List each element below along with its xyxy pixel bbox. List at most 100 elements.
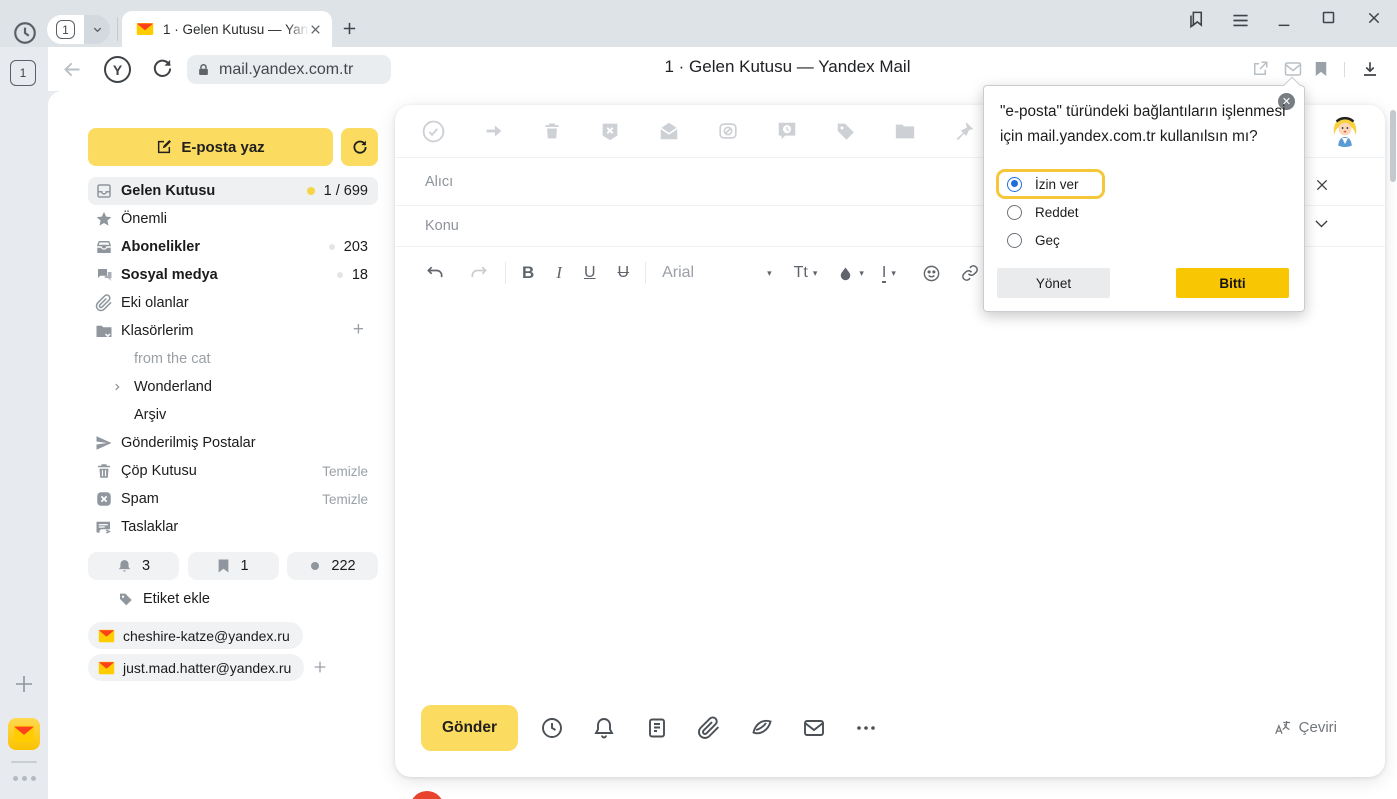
bold-button[interactable]: B: [522, 263, 534, 283]
add-folder-icon[interactable]: +: [353, 320, 364, 339]
add-account-icon[interactable]: [312, 659, 328, 675]
attach-file-icon[interactable]: [697, 716, 721, 740]
history-icon[interactable]: [12, 20, 38, 46]
close-compose-icon[interactable]: [1314, 177, 1330, 193]
folder-trash[interactable]: Çöp Kutusu Temizle: [88, 457, 378, 485]
expand-chevron-icon[interactable]: [112, 382, 122, 392]
share-icon[interactable]: [1251, 60, 1269, 78]
strip-more-icon[interactable]: [13, 776, 36, 781]
translate-button[interactable]: Çeviri: [1273, 718, 1337, 736]
radio-icon[interactable]: [1007, 205, 1022, 220]
new-tab-button[interactable]: [341, 20, 358, 37]
add-label-button[interactable]: Etiket ekle: [118, 591, 210, 607]
reminders-pill[interactable]: 3: [88, 552, 179, 580]
manage-button[interactable]: Yönet: [997, 268, 1110, 298]
compose-email-button[interactable]: E-posta yaz: [88, 128, 333, 166]
forward-icon[interactable]: [483, 120, 505, 142]
send-button[interactable]: Gönder: [421, 705, 518, 751]
tab-group-chevron-icon[interactable]: [84, 15, 110, 44]
maximize-button[interactable]: [1321, 10, 1336, 25]
download-icon[interactable]: [1361, 60, 1379, 78]
counter-pills: 3 1 222: [88, 552, 378, 580]
message-body[interactable]: [395, 299, 1385, 633]
attach-from-disk-icon[interactable]: [750, 716, 774, 740]
option-skip[interactable]: Geç: [1007, 233, 1060, 248]
template-icon[interactable]: [645, 716, 669, 740]
highlight-color-button[interactable]: [837, 265, 854, 282]
collections-icon[interactable]: [1187, 10, 1206, 29]
archive-icon[interactable]: [717, 120, 739, 142]
to-input[interactable]: [425, 174, 1025, 190]
move-folder-icon[interactable]: [894, 120, 916, 142]
refresh-button[interactable]: [341, 128, 378, 166]
more-options-icon[interactable]: [854, 716, 878, 740]
radio-icon[interactable]: [1007, 233, 1022, 248]
floating-action-badge[interactable]: [410, 791, 444, 799]
mail-extension-icon[interactable]: [1284, 61, 1302, 77]
reload-icon[interactable]: [151, 57, 174, 80]
tab-close-icon[interactable]: [309, 23, 322, 36]
label-icon[interactable]: [835, 120, 857, 142]
done-button[interactable]: Bitti: [1176, 268, 1289, 298]
insert-link-icon[interactable]: [961, 264, 979, 282]
back-icon[interactable]: [62, 59, 83, 80]
folder-sent[interactable]: Gönderilmiş Postalar: [88, 429, 378, 457]
subject-input[interactable]: [425, 218, 1025, 234]
folder-attachments[interactable]: Eki olanlar: [88, 289, 378, 317]
schedule-send-icon[interactable]: [540, 716, 564, 740]
folder-spam[interactable]: Spam Temizle: [88, 485, 378, 513]
emoji-icon[interactable]: [922, 264, 941, 283]
browser-tab[interactable]: 1 · Gelen Kutusu — Yand: [122, 11, 332, 47]
notify-bell-icon[interactable]: [592, 716, 616, 740]
folder-social[interactable]: Sosyal medya 18: [88, 261, 378, 289]
unread-pill[interactable]: 222: [287, 552, 378, 580]
radio-selected-icon[interactable]: [1007, 177, 1022, 192]
delete-icon[interactable]: [542, 120, 562, 142]
strikethrough-button[interactable]: U: [618, 264, 630, 282]
select-check-icon[interactable]: [421, 119, 446, 144]
menu-icon[interactable]: [1232, 13, 1249, 28]
minimize-button[interactable]: [1276, 12, 1292, 28]
sidebar-add-icon[interactable]: [12, 672, 36, 696]
account-chip[interactable]: cheshire-katze@yandex.ru: [88, 622, 303, 649]
folder-subscriptions[interactable]: Abonelikler 203: [88, 233, 378, 261]
redo-icon[interactable]: [469, 263, 489, 283]
tab-group-chip[interactable]: 1: [47, 15, 110, 44]
folder-inbox[interactable]: Gelen Kutusu 1 / 699: [88, 177, 378, 205]
italic-button[interactable]: I: [556, 263, 562, 283]
highlight-caret-icon[interactable]: ▾: [859, 268, 864, 279]
bookmark-flag-icon[interactable]: [1314, 60, 1328, 78]
underline-button[interactable]: U: [584, 264, 596, 282]
folder-wonderland[interactable]: Wonderland: [88, 373, 378, 401]
font-size-caret-icon[interactable]: ▾: [813, 268, 818, 279]
undo-icon[interactable]: [425, 263, 445, 283]
yandex-logo-icon[interactable]: Y: [104, 56, 131, 83]
side-strip-tab-badge[interactable]: 1: [10, 60, 36, 86]
close-window-button[interactable]: [1366, 10, 1382, 26]
folder-archive[interactable]: Arşiv: [88, 401, 378, 429]
folder-from-the-cat[interactable]: from the cat: [88, 345, 378, 373]
folder-drafts[interactable]: Taslaklar: [88, 513, 378, 541]
mark-read-icon[interactable]: [658, 120, 680, 142]
clear-folder-action[interactable]: Temizle: [322, 492, 368, 507]
font-family-select[interactable]: Arial: [662, 264, 762, 282]
reminder-icon[interactable]: [776, 120, 798, 142]
folder-my-folders[interactable]: Klasörlerim +: [88, 317, 378, 345]
page-scrollbar[interactable]: [1390, 110, 1396, 182]
option-allow[interactable]: İzin ver: [996, 169, 1105, 199]
user-avatar[interactable]: [1328, 113, 1362, 147]
text-color-caret-icon[interactable]: ▾: [891, 268, 896, 279]
spam-label-icon[interactable]: [599, 120, 621, 142]
font-family-caret-icon[interactable]: ▾: [767, 268, 772, 279]
text-color-button[interactable]: I: [882, 264, 886, 283]
folder-important[interactable]: Önemli: [88, 205, 378, 233]
attach-from-mail-icon[interactable]: [802, 716, 826, 740]
font-size-button[interactable]: Tt: [794, 264, 808, 282]
option-deny[interactable]: Reddet: [1007, 205, 1079, 220]
clear-folder-action[interactable]: Temizle: [322, 464, 368, 479]
yandex-mail-app-icon[interactable]: [8, 718, 40, 750]
flagged-pill[interactable]: 1: [188, 552, 279, 580]
account-chip[interactable]: just.mad.hatter@yandex.ru: [88, 654, 304, 681]
pin-icon[interactable]: [953, 120, 975, 142]
header-chevron-down-icon[interactable]: [1314, 219, 1329, 229]
